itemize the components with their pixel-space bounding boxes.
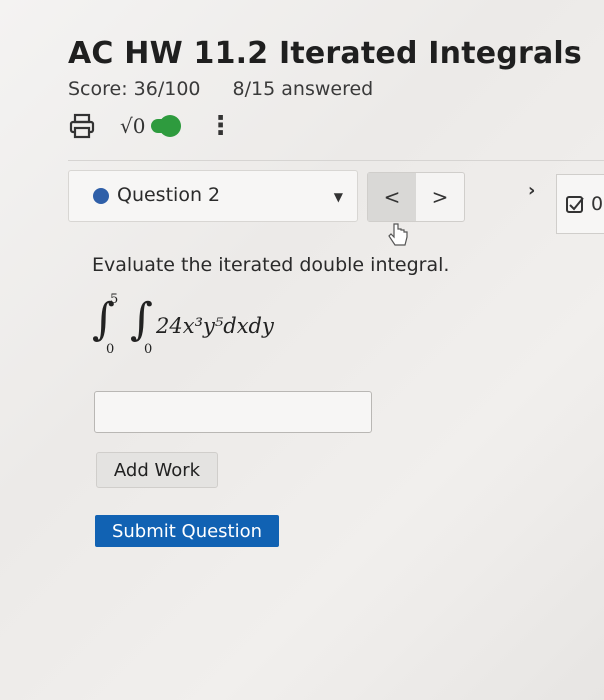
question-select[interactable]: Question 2 ▼	[68, 170, 358, 222]
submit-question-button[interactable]: Submit Question	[95, 515, 279, 547]
add-work-button[interactable]: Add Work	[96, 452, 218, 488]
checkbox-icon	[566, 196, 584, 213]
checked-count: 0	[591, 193, 604, 215]
question-nav-buttons: < >	[367, 172, 465, 222]
integrand: 24x³y⁵dxdy	[156, 314, 274, 338]
previous-question-button[interactable]: <	[368, 173, 416, 221]
question-prompt: Evaluate the iterated double integral.	[92, 254, 450, 276]
integral-expression: ∫ 5 0 ∫ 0 24x³y⁵dxdy	[92, 292, 312, 364]
kebab-menu-icon[interactable]: ⋮	[207, 113, 233, 139]
score-row: Score: 36/100 8/15 answered	[68, 78, 373, 100]
score-text: Score: 36/100	[68, 78, 201, 100]
assignment-page: AC HW 11.2 Iterated Integrals Score: 36/…	[0, 0, 604, 700]
toggle-icon[interactable]	[151, 115, 182, 137]
next-question-button[interactable]: >	[416, 173, 464, 221]
answer-input[interactable]	[94, 391, 372, 433]
inner-integral-sign: ∫	[130, 294, 153, 345]
question-label: Question 2	[117, 184, 221, 206]
print-icon[interactable]	[68, 112, 96, 140]
toggle-knob	[159, 115, 182, 137]
page-title: AC HW 11.2 Iterated Integrals	[68, 36, 582, 71]
status-dot-icon	[93, 188, 109, 204]
answered-count: 8/15 answered	[232, 78, 374, 100]
toolbar: √0 ⋮	[68, 110, 233, 142]
submission-panel: 0	[556, 174, 604, 234]
outer-lower-limit: 0	[106, 342, 115, 357]
math-format-label: √0	[120, 114, 146, 138]
outer-upper-limit: 5	[110, 292, 119, 307]
hand-cursor-icon	[388, 223, 408, 246]
inner-lower-limit: 0	[144, 342, 153, 357]
separator-mark: ›	[528, 180, 536, 201]
chevron-down-icon: ▼	[333, 190, 343, 204]
divider	[68, 160, 604, 161]
